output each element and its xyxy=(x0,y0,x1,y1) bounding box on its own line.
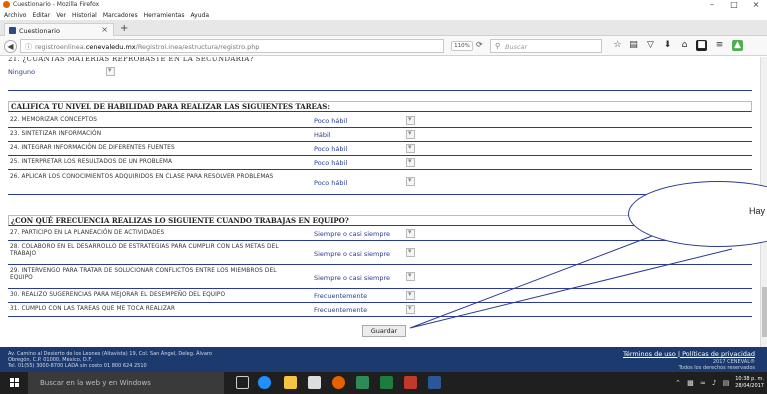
windows-taskbar: Buscar en la web y en Windows ⌃ ▩ ≈ ♪ ▤ … xyxy=(0,372,767,394)
task-view-icon[interactable] xyxy=(236,376,249,389)
clock-time: 10:38 p. m. xyxy=(735,376,764,382)
footer-address: Av. Camino al Desierto de los Leones (Al… xyxy=(8,351,212,369)
taskbar-search-text: Buscar en la web y en Windows xyxy=(40,379,151,387)
copyright-line-2: Todos los derechos reservados xyxy=(678,365,755,371)
photos-icon[interactable] xyxy=(356,376,369,389)
file-explorer-icon[interactable] xyxy=(284,376,297,389)
callout-text: Hay xyxy=(749,206,766,216)
excel-icon[interactable] xyxy=(380,376,393,389)
screen: Cuestionario - Mozilla Firefox – □ × Arc… xyxy=(0,0,767,394)
edge-icon[interactable] xyxy=(258,376,271,389)
system-tray-icons[interactable]: ⌃ ▩ ≈ ♪ ▤ xyxy=(675,379,731,387)
site-footer: Av. Camino al Desierto de los Leones (Al… xyxy=(0,347,767,372)
store-icon[interactable] xyxy=(308,376,321,389)
windows-start-icon[interactable] xyxy=(10,378,20,388)
taskbar-clock[interactable]: 10:38 p. m. 28/04/2017 xyxy=(728,376,764,390)
clock-date: 28/04/2017 xyxy=(735,383,764,389)
footer-copyright: 2017 CENEVAL® Todos los derechos reserva… xyxy=(679,359,755,371)
address-line-3: Tel. 01(55) 3000-8700 LADA sin costo 01 … xyxy=(8,363,147,369)
taskbar-search[interactable]: Buscar en la web y en Windows xyxy=(28,372,224,394)
powerpoint-icon[interactable] xyxy=(404,376,417,389)
firefox-taskbar-icon[interactable] xyxy=(332,376,345,389)
footer-links[interactable]: Términos de uso | Políticas de privacida… xyxy=(623,350,755,358)
word-icon[interactable] xyxy=(428,376,441,389)
